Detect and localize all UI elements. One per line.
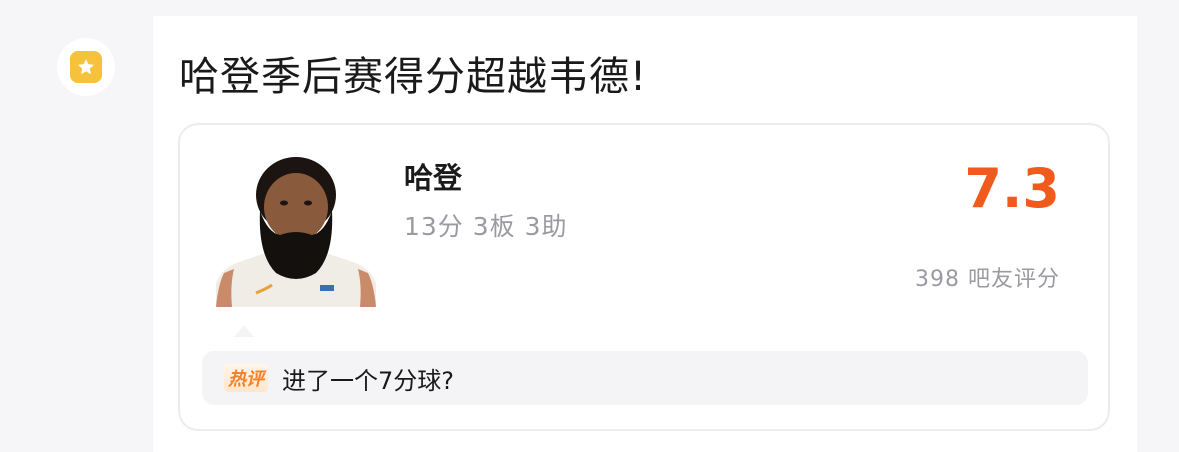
player-rating-card[interactable]: 哈登 13分 3板 3助 7.3 398 吧友评分 热评 进了一个7分球? [178,123,1110,431]
comment-caret [234,325,254,337]
post-title[interactable]: 哈登季后赛得分超越韦德! [179,44,647,102]
star-icon [70,51,102,83]
hot-comment[interactable]: 热评 进了一个7分球? [202,351,1088,405]
hot-comment-tag: 热评 [224,364,268,392]
rating-count: 398 吧友评分 [915,267,1060,292]
player-name[interactable]: 哈登 [404,155,462,197]
player-avatar[interactable] [216,155,376,307]
rating-score: 7.3 [964,157,1060,220]
player-stats: 13分 3板 3助 [404,212,568,241]
post-panel: 哈登季后赛得分超越韦德! 哈登 13分 3板 3助 7.3 398 吧友评分 热… [153,16,1137,452]
hot-comment-text: 进了一个7分球? [282,366,455,395]
favorite-badge[interactable] [57,38,115,96]
